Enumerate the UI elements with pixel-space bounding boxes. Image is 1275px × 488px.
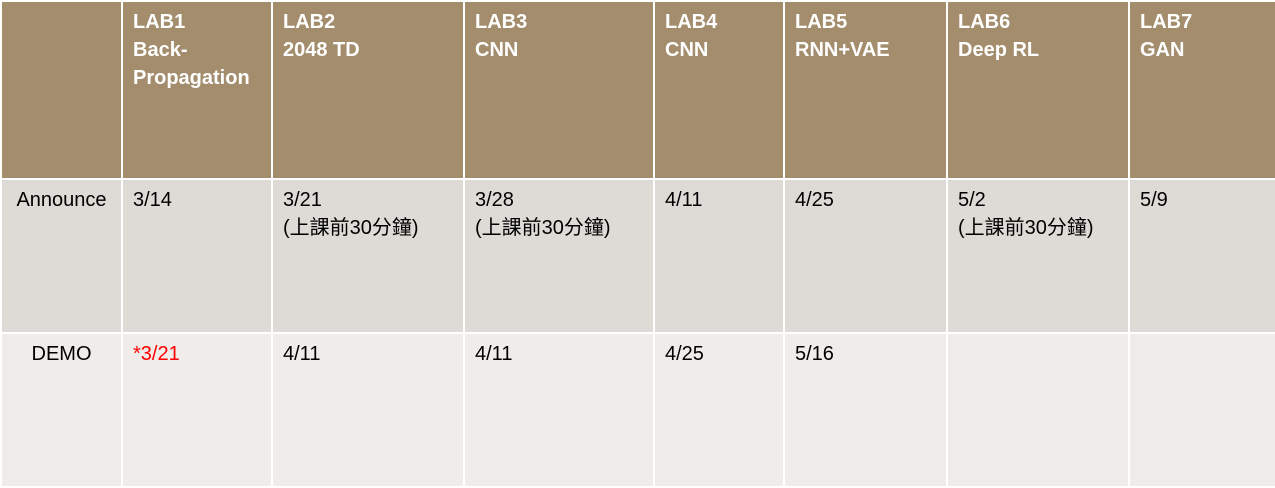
header-cell-lab1: LAB1 Back- Propagation bbox=[121, 0, 273, 180]
announce-date: 3/28 bbox=[475, 189, 514, 211]
announce-note: (上課前30分鐘) bbox=[475, 217, 611, 239]
announce-cell-lab6: 5/2 (上課前30分鐘) bbox=[946, 178, 1130, 334]
lab-title: LAB4 bbox=[665, 11, 718, 33]
lab-title: LAB2 bbox=[283, 11, 336, 33]
demo-row: DEMO *3/21 4/11 4/11 4/25 5/16 bbox=[0, 332, 1275, 488]
lab-title: LAB3 bbox=[475, 11, 528, 33]
announce-note: (上課前30分鐘) bbox=[958, 217, 1094, 239]
lab-title: LAB5 bbox=[795, 11, 848, 33]
header-row: LAB1 Back- Propagation LAB2 2048 TD LAB3… bbox=[0, 0, 1275, 180]
announce-cell-lab1: 3/14 bbox=[121, 178, 273, 334]
announce-row-label: Announce bbox=[0, 178, 123, 334]
demo-row-label: DEMO bbox=[0, 332, 123, 488]
lab-topic: Propagation bbox=[133, 67, 250, 89]
announce-date: 5/2 bbox=[958, 189, 986, 211]
demo-cell-lab6 bbox=[946, 332, 1130, 488]
announce-cell-lab4: 4/11 bbox=[653, 178, 785, 334]
demo-cell-lab1: *3/21 bbox=[121, 332, 273, 488]
lab-schedule-table: LAB1 Back- Propagation LAB2 2048 TD LAB3… bbox=[0, 0, 1275, 488]
header-cell-lab7: LAB7 GAN bbox=[1128, 0, 1275, 180]
lab-topic: RNN+VAE bbox=[795, 39, 890, 61]
header-cell-lab5: LAB5 RNN+VAE bbox=[783, 0, 948, 180]
lab-topic: CNN bbox=[475, 39, 519, 61]
announce-cell-lab2: 3/21 (上課前30分鐘) bbox=[271, 178, 465, 334]
announce-cell-lab7: 5/9 bbox=[1128, 178, 1275, 334]
announce-date: 5/9 bbox=[1140, 189, 1168, 211]
lab-topic: Deep RL bbox=[958, 39, 1040, 61]
demo-cell-lab3: 4/11 bbox=[463, 332, 655, 488]
demo-cell-lab5: 5/16 bbox=[783, 332, 948, 488]
announce-cell-lab5: 4/25 bbox=[783, 178, 948, 334]
demo-cell-lab4: 4/25 bbox=[653, 332, 785, 488]
header-cell-lab3: LAB3 CNN bbox=[463, 0, 655, 180]
demo-date: 4/11 bbox=[283, 343, 321, 365]
lab-topic: GAN bbox=[1140, 39, 1185, 61]
header-corner-cell bbox=[0, 0, 123, 180]
header-cell-lab6: LAB6 Deep RL bbox=[946, 0, 1130, 180]
lab-title: LAB1 bbox=[133, 11, 186, 33]
announce-note: (上課前30分鐘) bbox=[283, 217, 419, 239]
header-cell-lab4: LAB4 CNN bbox=[653, 0, 785, 180]
demo-date: 4/25 bbox=[665, 343, 704, 365]
demo-date-highlighted: *3/21 bbox=[133, 343, 180, 365]
lab-topic: Back- bbox=[133, 39, 188, 61]
lab-title: LAB6 bbox=[958, 11, 1011, 33]
announce-date: 3/21 bbox=[283, 189, 322, 211]
lab-topic: 2048 TD bbox=[283, 39, 360, 61]
demo-date: 4/11 bbox=[475, 343, 513, 365]
demo-date: 5/16 bbox=[795, 343, 834, 365]
announce-date: 4/25 bbox=[795, 189, 834, 211]
announce-date: 4/11 bbox=[665, 189, 703, 211]
announce-date: 3/14 bbox=[133, 189, 172, 211]
announce-cell-lab3: 3/28 (上課前30分鐘) bbox=[463, 178, 655, 334]
announce-row: Announce 3/14 3/21 (上課前30分鐘) 3/28 (上課前30… bbox=[0, 178, 1275, 334]
header-cell-lab2: LAB2 2048 TD bbox=[271, 0, 465, 180]
lab-title: LAB7 bbox=[1140, 11, 1193, 33]
lab-topic: CNN bbox=[665, 39, 709, 61]
demo-cell-lab2: 4/11 bbox=[271, 332, 465, 488]
demo-cell-lab7 bbox=[1128, 332, 1275, 488]
